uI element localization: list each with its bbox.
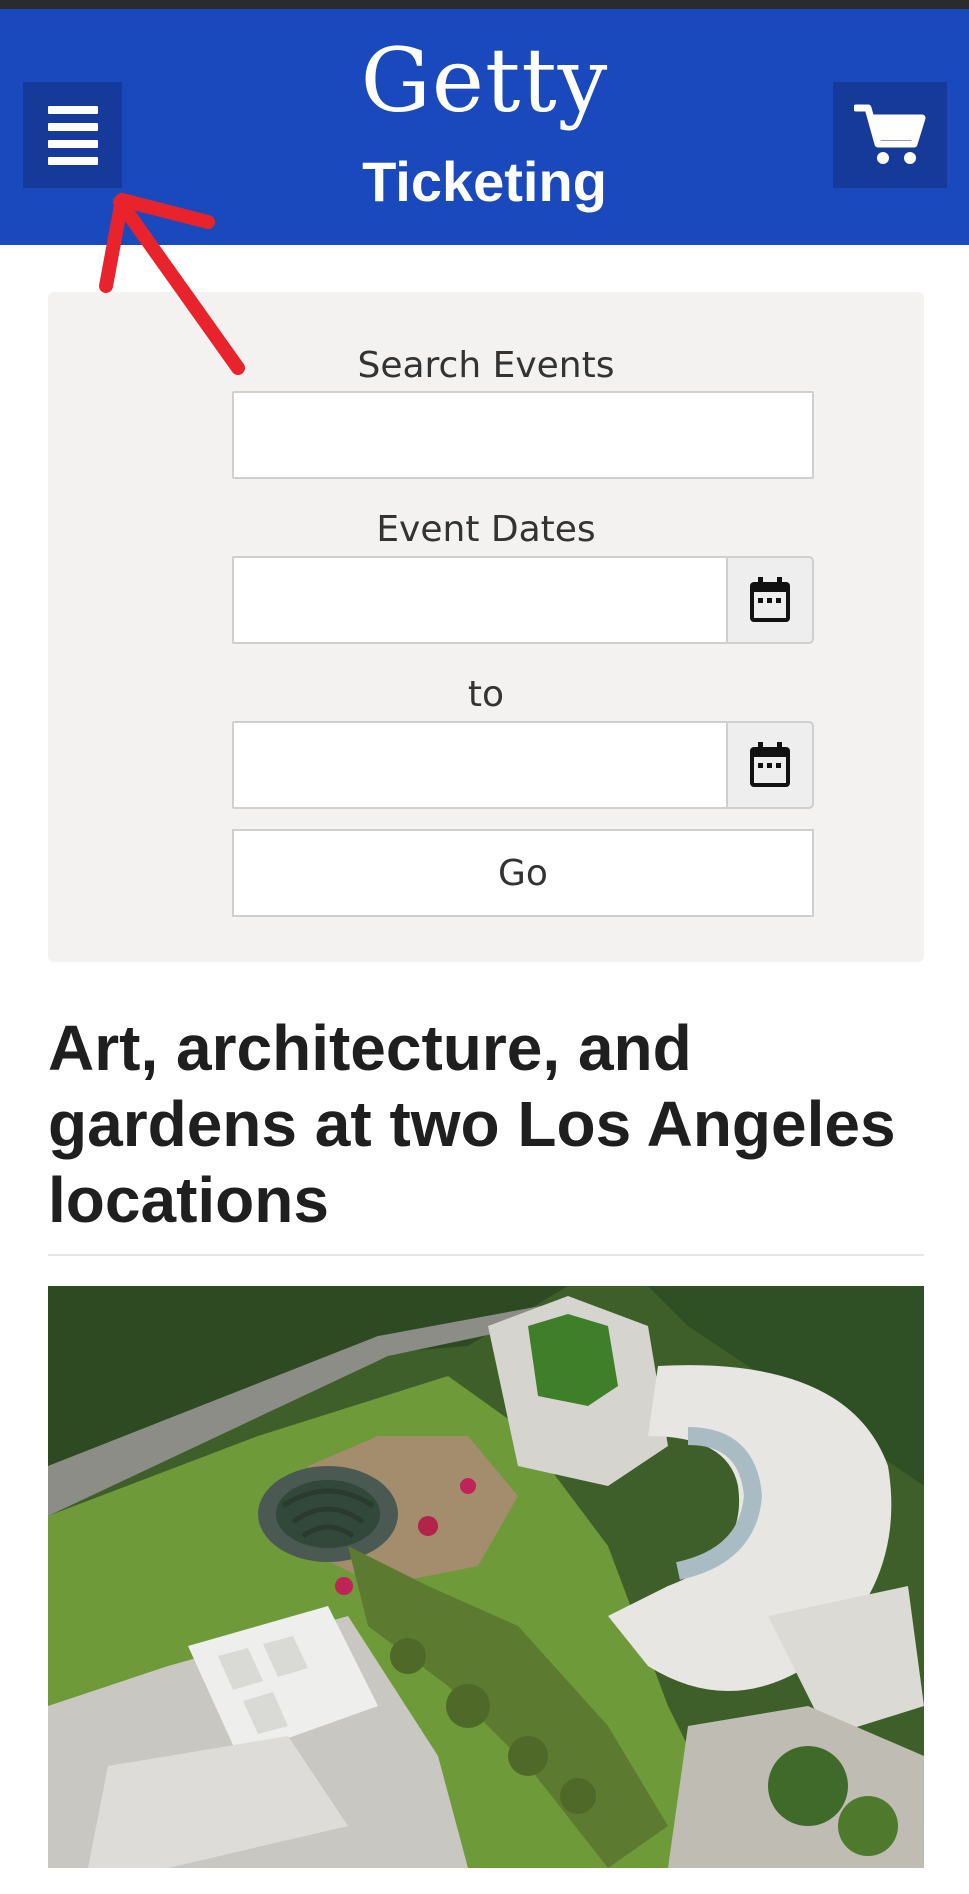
calendar-icon: [750, 577, 790, 622]
getty-logo[interactable]: Getty: [0, 31, 969, 131]
hero-image: [48, 1286, 924, 1868]
start-date-calendar-button[interactable]: [726, 556, 814, 644]
page-subtitle: Ticketing: [362, 150, 607, 213]
page-headline: Art, architecture, and gardens at two Lo…: [48, 1012, 896, 1236]
end-date-calendar-button[interactable]: [726, 721, 814, 809]
section-divider: [48, 1254, 924, 1256]
getty-center-aerial-photo: [48, 1286, 924, 1868]
event-search-panel: Search Events Event Dates to Go: [48, 292, 924, 962]
cart-button[interactable]: [833, 82, 947, 188]
search-events-label: Search Events: [357, 345, 615, 386]
status-strip: [0, 0, 969, 9]
end-date-field[interactable]: [232, 721, 728, 809]
shopping-cart-icon: [854, 104, 926, 164]
event-dates-label: Event Dates: [376, 509, 596, 550]
calendar-icon: [750, 742, 790, 787]
start-date-field[interactable]: [232, 556, 728, 644]
search-input[interactable]: [232, 391, 814, 479]
go-button[interactable]: Go: [232, 829, 814, 917]
to-label: to: [467, 674, 505, 715]
site-header: Getty Ticketing: [0, 9, 969, 245]
hamburger-menu-icon-bar: [47, 139, 98, 148]
